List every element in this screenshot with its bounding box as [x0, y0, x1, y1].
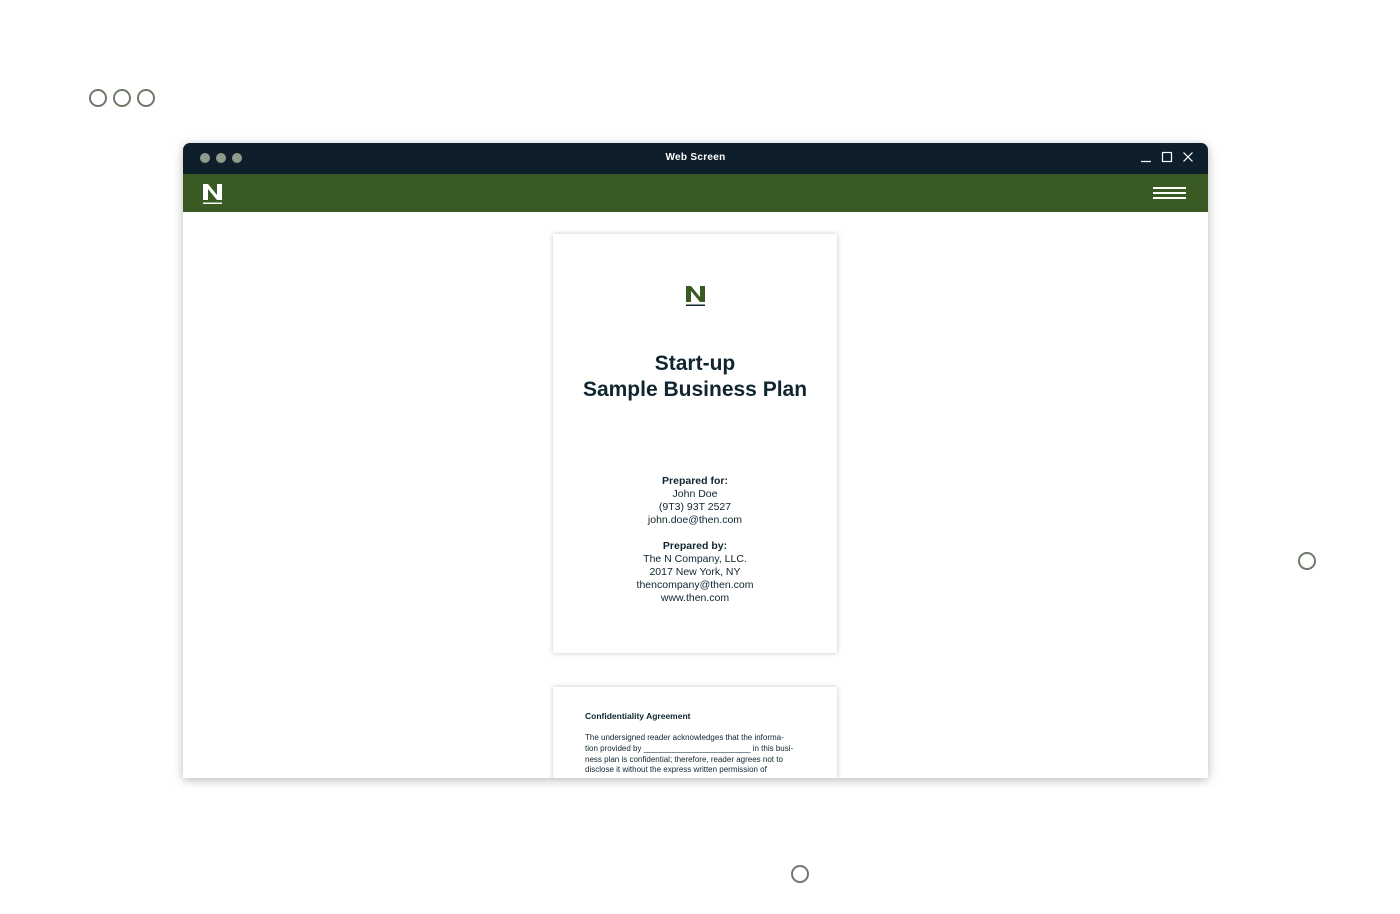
- stage: Web Screen Start-up Sample Business Plan…: [0, 0, 1400, 914]
- menu-line: [1153, 192, 1186, 194]
- menu-line: [1153, 187, 1186, 189]
- text-line: The undersigned reader acknowledges that…: [585, 733, 784, 742]
- window-title: Web Screen: [665, 152, 726, 163]
- confidentiality-page: Confidentiality Agreement The undersigne…: [553, 687, 837, 778]
- client-email: john.doe@then.com: [647, 514, 743, 526]
- browser-window: Web Screen Start-up Sample Business Plan…: [183, 143, 1208, 778]
- document-viewer[interactable]: Start-up Sample Business Plan Prepared f…: [183, 212, 1208, 778]
- client-name: John Doe: [672, 488, 718, 500]
- circle-icon: [791, 865, 809, 883]
- menu-line: [1153, 197, 1186, 199]
- title-bar: Web Screen: [183, 143, 1208, 174]
- circle-icon: [89, 89, 107, 107]
- close-icon[interactable]: [1182, 151, 1194, 163]
- company-email: thencompany@then.com: [636, 579, 754, 591]
- n-logo-icon[interactable]: [202, 183, 224, 205]
- circle-icon: [137, 89, 155, 107]
- circle-icon: [113, 89, 131, 107]
- cover-page: Start-up Sample Business Plan Prepared f…: [553, 234, 837, 653]
- maximize-icon[interactable]: [1161, 151, 1173, 163]
- prepared-for-block: Prepared for: John Doe (9T3) 93T 2527 jo…: [553, 475, 837, 527]
- site-navbar: [183, 174, 1208, 212]
- text-line: ness plan is confidential; therefore, re…: [585, 754, 783, 764]
- n-logo-icon: [686, 286, 705, 306]
- client-phone: (9T3) 93T 2527: [658, 501, 732, 513]
- minimize-icon[interactable]: [1140, 151, 1152, 163]
- prepared-by-label: Prepared by:: [662, 540, 728, 552]
- company-address: 2017 New York, NY: [649, 566, 741, 578]
- confidentiality-heading: Confidentiality Agreement: [585, 711, 691, 721]
- text-line: tion provided by _______________________…: [585, 743, 794, 753]
- company-name: The N Company, LLC.: [643, 553, 747, 565]
- document-title: Start-up Sample Business Plan: [553, 351, 837, 403]
- text-line: disclose it without the express written …: [585, 765, 767, 775]
- circle-icon: [1298, 552, 1316, 570]
- hamburger-menu-icon[interactable]: [1153, 187, 1186, 201]
- title-line: Start-up: [654, 352, 736, 375]
- company-website: www.then.com: [660, 592, 730, 604]
- title-line: Sample Business Plan: [582, 378, 808, 401]
- prepared-by-block: Prepared by: The N Company, LLC. 2017 Ne…: [553, 540, 837, 605]
- prepared-for-label: Prepared for:: [662, 475, 728, 487]
- confidentiality-text: The undersigned reader acknowledges that…: [585, 733, 813, 776]
- decorative-circles: [89, 89, 155, 107]
- window-controls: [1140, 151, 1194, 163]
